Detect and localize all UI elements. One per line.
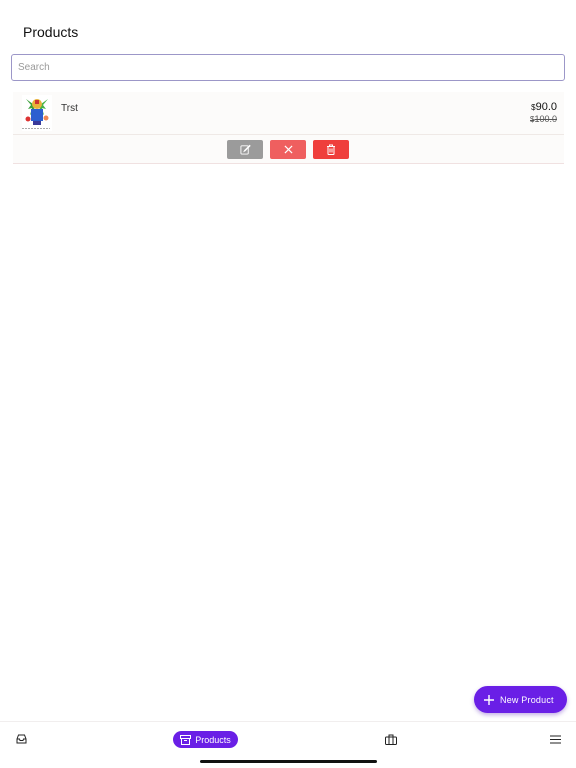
product-thumbnail: [22, 95, 52, 131]
original-price-value: 100.0: [534, 114, 557, 124]
product-original-price: $100.0: [530, 114, 557, 124]
product-price: $90.0: [531, 101, 557, 113]
edit-icon: [239, 144, 251, 155]
search-input[interactable]: [11, 54, 565, 81]
inbox-icon: [16, 734, 26, 744]
menu-icon: [549, 735, 561, 743]
tab-menu[interactable]: [548, 731, 562, 747]
product-actions: [13, 135, 564, 164]
cancel-button[interactable]: [270, 140, 306, 159]
thumbnail-caption: [22, 128, 50, 129]
product-name: Trst: [61, 103, 78, 114]
trash-icon: [327, 144, 335, 155]
tab-products-label: Products: [195, 734, 231, 745]
plus-icon: [484, 694, 494, 705]
tab-briefcase[interactable]: [384, 731, 398, 747]
tab-inbox[interactable]: [14, 731, 28, 747]
tab-products[interactable]: Products: [173, 731, 238, 748]
delete-button[interactable]: [313, 140, 349, 159]
products-page: Products Trst $90.0 $100.0: [0, 0, 576, 768]
new-product-button[interactable]: New Product: [474, 686, 567, 713]
briefcase-icon: [385, 734, 397, 745]
home-indicator: [200, 760, 377, 763]
archive-box-icon: [180, 734, 192, 745]
price-value: 90.0: [535, 101, 557, 113]
edit-button[interactable]: [227, 140, 263, 159]
new-product-label: New Product: [500, 694, 554, 705]
product-row[interactable]: Trst $90.0 $100.0: [13, 92, 564, 135]
close-icon: [283, 145, 293, 154]
page-title: Products: [23, 24, 79, 40]
